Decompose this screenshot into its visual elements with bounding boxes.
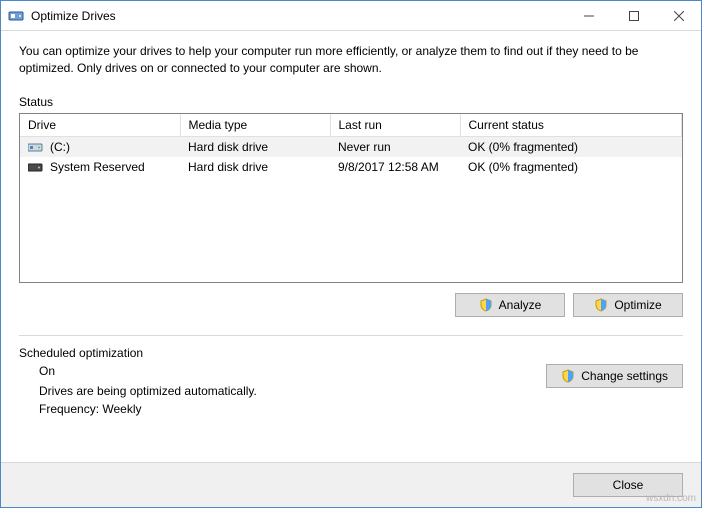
scheduled-label: Scheduled optimization	[19, 346, 683, 360]
divider	[19, 335, 683, 336]
change-settings-button[interactable]: Change settings	[546, 364, 683, 388]
table-header-row: Drive Media type Last run Current status	[20, 114, 682, 137]
scheduled-line2: Frequency: Weekly	[39, 402, 546, 416]
scheduled-state: On	[39, 364, 546, 378]
drive-status: OK (0% fragmented)	[460, 136, 682, 157]
action-buttons: Analyze Optimize	[19, 293, 683, 317]
scheduled-row: On Drives are being optimized automatica…	[19, 364, 683, 420]
scheduled-text: On Drives are being optimized automatica…	[19, 364, 546, 420]
description-text: You can optimize your drives to help you…	[19, 43, 683, 77]
drive-lastrun: Never run	[330, 136, 460, 157]
col-media[interactable]: Media type	[180, 114, 330, 137]
drive-icon	[28, 161, 44, 173]
shield-icon	[479, 298, 493, 312]
window-title: Optimize Drives	[31, 9, 566, 23]
drives-table: Drive Media type Last run Current status…	[19, 113, 683, 283]
drive-media: Hard disk drive	[180, 136, 330, 157]
drive-name: System Reserved	[50, 160, 145, 174]
change-settings-label: Change settings	[581, 369, 668, 383]
watermark: wsxdn.com	[646, 493, 696, 504]
maximize-button[interactable]	[611, 1, 656, 30]
status-label: Status	[19, 95, 683, 109]
col-drive[interactable]: Drive	[20, 114, 180, 137]
shield-icon	[594, 298, 608, 312]
minimize-button[interactable]	[566, 1, 611, 30]
app-icon	[1, 8, 31, 24]
col-status[interactable]: Current status	[460, 114, 682, 137]
table-row[interactable]: System Reserved Hard disk drive 9/8/2017…	[20, 157, 682, 177]
analyze-button[interactable]: Analyze	[455, 293, 565, 317]
drive-icon	[28, 141, 44, 153]
scheduled-line1: Drives are being optimized automatically…	[39, 384, 546, 398]
titlebar: Optimize Drives	[1, 1, 701, 31]
col-lastrun[interactable]: Last run	[330, 114, 460, 137]
shield-icon	[561, 369, 575, 383]
close-window-button[interactable]	[656, 1, 701, 30]
drive-status: OK (0% fragmented)	[460, 157, 682, 177]
close-label: Close	[613, 478, 644, 492]
content-area: You can optimize your drives to help you…	[1, 31, 701, 462]
footer: Close	[1, 462, 701, 507]
optimize-button[interactable]: Optimize	[573, 293, 683, 317]
drive-lastrun: 9/8/2017 12:58 AM	[330, 157, 460, 177]
analyze-label: Analyze	[499, 298, 542, 312]
drive-name: (C:)	[50, 140, 70, 154]
optimize-label: Optimize	[614, 298, 661, 312]
drive-media: Hard disk drive	[180, 157, 330, 177]
table-row[interactable]: (C:) Hard disk drive Never run OK (0% fr…	[20, 136, 682, 157]
